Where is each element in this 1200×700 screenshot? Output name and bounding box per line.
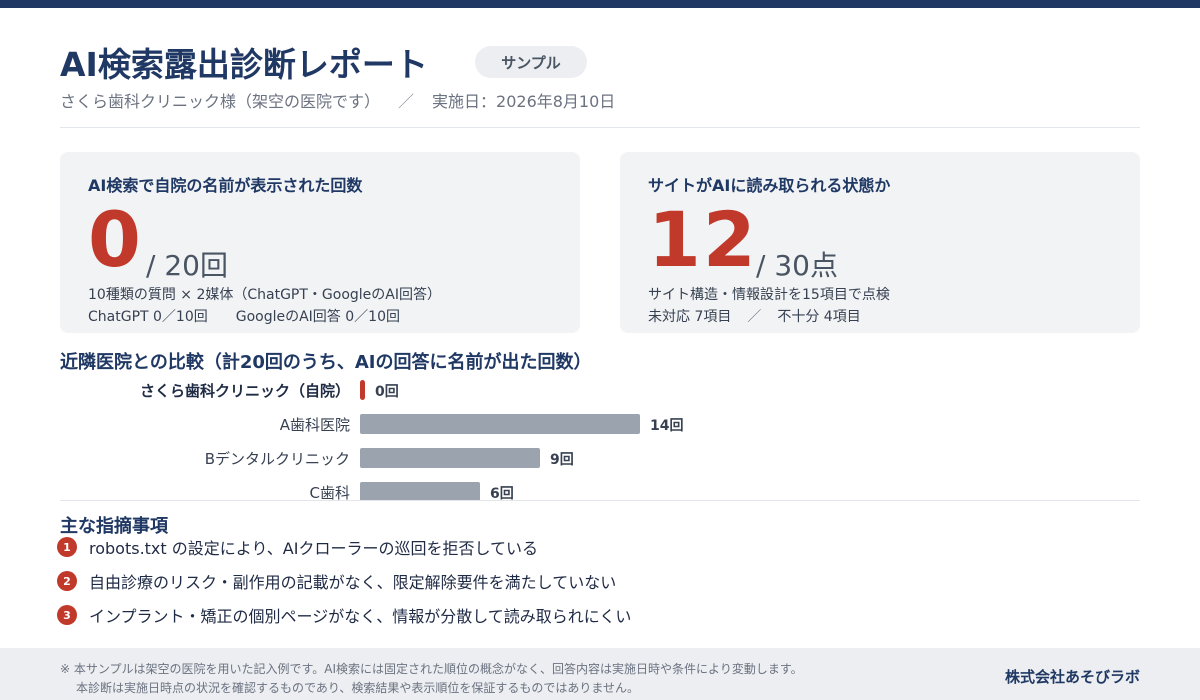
- bar-value: 6回: [490, 486, 514, 500]
- site-breakdown: 未対応 7項目 ／ 不十分 4項目: [648, 306, 861, 326]
- sample-badge: サンプル: [475, 46, 587, 78]
- issue-item: 2 自由診療のリスク・副作用の記載がなく、限定解除要件を満たしていない: [57, 570, 616, 592]
- site-readiness-card: サイトがAIに読み取られる状態か 12 / 30点 サイト構造・情報設計を15項…: [620, 152, 1140, 333]
- top-accent-bar: [0, 0, 1200, 8]
- site-breakdown-separator: ／: [747, 309, 762, 325]
- issue-item: 3 インプラント・矯正の個別ページがなく、情報が分散して読み取られにくい: [57, 604, 631, 626]
- bar-fill: [360, 380, 365, 400]
- issue-number-badge: 2: [57, 571, 77, 591]
- comparison-row: C歯科 6回: [60, 481, 760, 500]
- issue-text: robots.txt の設定により、AIクローラーの巡回を拒否している: [89, 539, 538, 558]
- bar-value: 0回: [375, 384, 399, 400]
- company-name: 株式会社あそびラボ: [1004, 668, 1140, 686]
- chatgpt-count: ChatGPT 0／10回: [88, 309, 208, 325]
- site-score: 12: [648, 195, 758, 284]
- bar-label: A歯科医院: [279, 416, 350, 434]
- mentions-note: 10種類の質問 × 2媒体（ChatGPT・GoogleのAI回答）: [88, 287, 441, 303]
- bar-value: 14回: [650, 418, 684, 434]
- bar-value: 9回: [550, 452, 574, 468]
- site-note: サイト構造・情報設計を15項目で点検: [648, 287, 890, 303]
- unaddressed-count: 未対応 7項目: [648, 309, 732, 325]
- footer-disclaimer: ※ 本サンプルは架空の医院を用いた記入例です。AI検索には固定された順位の概念が…: [60, 662, 803, 676]
- site-score-denominator: / 30点: [756, 249, 838, 282]
- google-ai-count: GoogleのAI回答 0／10回: [235, 309, 400, 325]
- report-subtitle: さくら歯科クリニック様（架空の医院です） ／ 実施日：2026年8月10日: [60, 88, 615, 112]
- header-divider: [60, 127, 1140, 128]
- section-divider: [60, 500, 1140, 501]
- mentions-card: AI検索で自院の名前が表示された回数 0 / 20回 10種類の質問 × 2媒体…: [60, 152, 580, 333]
- report-date: 実施日：2026年8月10日: [432, 92, 616, 111]
- footer-disclaimer-2: 本診断は実施日時点の状況を確認するものであり、検索結果や表示順位を保証するもので…: [76, 681, 640, 695]
- mentions-breakdown: ChatGPT 0／10回 GoogleのAI回答 0／10回: [88, 306, 400, 326]
- site-card-label: サイトがAIに読み取られる状態か: [648, 176, 891, 195]
- bar-label: さくら歯科クリニック（自院）: [139, 382, 350, 400]
- clinic-name: さくら歯科クリニック様（架空の医院です）: [60, 92, 381, 111]
- bar-label: Bデンタルクリニック: [204, 450, 350, 468]
- bar-fill: [360, 482, 480, 500]
- insufficient-count: 不十分 4項目: [777, 309, 861, 325]
- issue-number-badge: 1: [57, 537, 77, 557]
- issue-text: 自由診療のリスク・副作用の記載がなく、限定解除要件を満たしていない: [89, 573, 617, 592]
- mentions-count: 0: [88, 195, 141, 284]
- comparison-row: A歯科医院 14回: [60, 413, 760, 435]
- bar-fill: [360, 414, 640, 434]
- subtitle-separator: ／: [398, 92, 415, 111]
- page-title: AI検索露出診断レポート: [60, 45, 428, 84]
- bar-fill: [360, 448, 540, 468]
- comparison-row-own: さくら歯科クリニック（自院） 0回: [60, 379, 760, 401]
- bar-label: C歯科: [309, 484, 350, 500]
- comparison-title: 近隣医院との比較（計20回のうち、AIの回答に名前が出た回数）: [60, 352, 592, 373]
- issue-number-badge: 3: [57, 605, 77, 625]
- mentions-denominator: / 20回: [146, 249, 228, 282]
- mentions-card-label: AI検索で自院の名前が表示された回数: [88, 176, 363, 195]
- comparison-chart: さくら歯科クリニック（自院） 0回 A歯科医院 14回 Bデンタルクリニック 9…: [0, 372, 1200, 500]
- issue-text: インプラント・矯正の個別ページがなく、情報が分散して読み取られにくい: [89, 607, 632, 626]
- comparison-row: Bデンタルクリニック 9回: [60, 447, 760, 469]
- footer: ※ 本サンプルは架空の医院を用いた記入例です。AI検索には固定された順位の概念が…: [0, 648, 1200, 700]
- issue-item: 1 robots.txt の設定により、AIクローラーの巡回を拒否している: [57, 536, 538, 558]
